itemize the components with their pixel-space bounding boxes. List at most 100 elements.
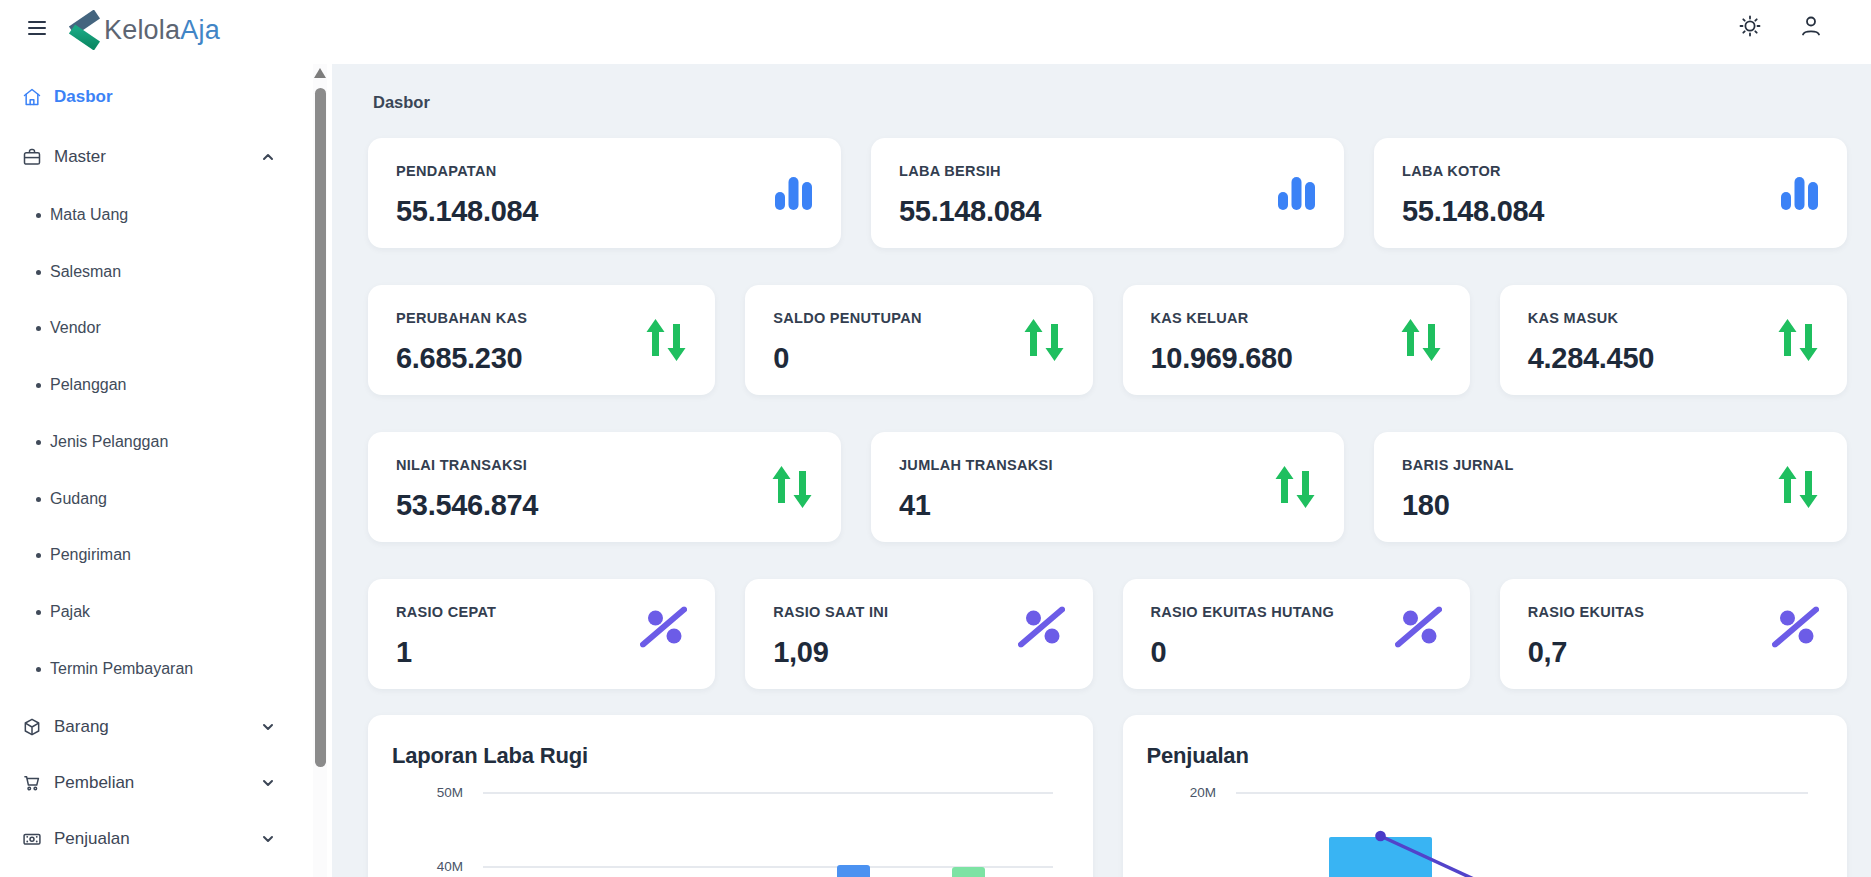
stat-card-label: BARIS JURNAL (1402, 457, 1819, 473)
stat-card-label: PENDAPATAN (396, 163, 813, 179)
stat-card-label: KAS KELUAR (1151, 310, 1442, 326)
bullet-icon (36, 497, 41, 502)
sidebar-item-label: Dasbor (54, 87, 113, 107)
brand-text-aja: Aja (180, 15, 220, 45)
stat-row-2: PERUBAHAN KAS 6.685.230 SALDO PENUTUPAN … (368, 285, 1847, 395)
stat-card-rasio-cepat: RASIO CEPAT 1 (368, 579, 715, 689)
stat-card-kas-keluar: KAS KELUAR 10.969.680 (1123, 285, 1470, 395)
stat-card-value: 41 (899, 489, 1316, 522)
bullet-icon (36, 553, 41, 558)
svg-text:50M: 50M (437, 785, 463, 800)
sidebar-item-barang[interactable]: Barang (22, 714, 312, 740)
stat-card-label: JUMLAH TRANSAKSI (899, 457, 1316, 473)
sidebar-item-pembelian[interactable]: Pembelian (22, 770, 312, 796)
bullet-icon (36, 383, 41, 388)
stat-card-label: LABA BERSIH (899, 163, 1316, 179)
brand-logo-icon (66, 10, 100, 50)
cart-icon (22, 773, 42, 793)
sidebar-item-dasbor[interactable]: Dasbor (22, 84, 312, 110)
sidebar-item-label: Gudang (50, 490, 107, 508)
stat-card-value: 55.148.084 (1402, 195, 1819, 228)
percent-icon (640, 607, 687, 648)
bar-chart-icon (775, 176, 813, 210)
stat-card-laba-bersih: LABA BERSIH 55.148.084 (871, 138, 1344, 248)
stat-row-1: PENDAPATAN 55.148.084 LABA BERSIH 55.148… (368, 138, 1847, 248)
stat-card-label: NILAI TRANSAKSI (396, 457, 813, 473)
main-content: Dasbor PENDAPATAN 55.148.084 LABA BERSIH… (332, 64, 1871, 877)
stat-card-value: 6.685.230 (396, 342, 687, 375)
bar-chart-icon (1781, 176, 1819, 210)
chevron-down-icon (261, 776, 275, 794)
up-down-arrows-icon (1400, 318, 1442, 362)
stat-card-laba-kotor: LABA KOTOR 55.148.084 (1374, 138, 1847, 248)
brand-logo[interactable]: KelolaAja (66, 10, 220, 50)
cash-icon (22, 829, 42, 849)
stat-card-perubahan-kas: PERUBAHAN KAS 6.685.230 (368, 285, 715, 395)
sidebar-item-label: Pelanggan (50, 376, 127, 394)
sidebar-item-pajak[interactable]: Pajak (36, 599, 326, 625)
stat-card-label: LABA KOTOR (1402, 163, 1819, 179)
sidebar-item-label: Pembelian (54, 773, 134, 793)
stat-card-rasio-ekuitas-hutang: RASIO EKUITAS HUTANG 0 (1123, 579, 1470, 689)
sidebar-item-vendor[interactable]: Vendor (36, 315, 326, 341)
stat-row-3: NILAI TRANSAKSI 53.546.874 JUMLAH TRANSA… (368, 432, 1847, 542)
bullet-icon (36, 440, 41, 445)
stat-card-value: 55.148.084 (899, 195, 1316, 228)
stat-card-rasio-ekuitas: RASIO EKUITAS 0,7 (1500, 579, 1847, 689)
up-down-arrows-icon (1023, 318, 1065, 362)
sidebar: Dasbor Master Mata Uang Salesman Vendor Pelan… (0, 64, 332, 877)
sidebar-item-mata-uang[interactable]: Mata Uang (36, 202, 326, 228)
bullet-icon (36, 213, 41, 218)
stat-card-value: 0 (773, 342, 1064, 375)
sidebar-item-jenis-pelanggan[interactable]: Jenis Pelanggan (36, 429, 326, 455)
chart-card-penjualan: Penjualan 20M (1123, 715, 1848, 877)
sidebar-item-pengiriman[interactable]: Pengiriman (36, 542, 326, 568)
bullet-icon (36, 610, 41, 615)
bullet-icon (36, 667, 41, 672)
stat-card-value: 180 (1402, 489, 1819, 522)
svg-text:20M: 20M (1189, 785, 1215, 800)
sidebar-item-termin-pembayaran[interactable]: Termin Pembayaran (36, 656, 326, 682)
scrollbar-thumb[interactable] (315, 88, 326, 767)
stat-card-rasio-saat-ini: RASIO SAAT INI 1,09 (745, 579, 1092, 689)
sidebar-item-label: Barang (54, 717, 109, 737)
theme-toggle-sun-icon[interactable] (1738, 14, 1762, 38)
sidebar-item-label: Jenis Pelanggan (50, 433, 168, 451)
user-account-icon[interactable] (1799, 14, 1823, 38)
sidebar-item-penjualan[interactable]: Penjualan (22, 826, 312, 852)
sidebar-item-label: Mata Uang (50, 206, 128, 224)
menu-icon[interactable] (28, 21, 46, 35)
sidebar-item-label: Penjualan (54, 829, 130, 849)
scrollbar-up-arrow-icon[interactable] (314, 68, 326, 78)
up-down-arrows-icon (1274, 465, 1316, 509)
stat-card-label: KAS MASUK (1528, 310, 1819, 326)
page-title: Dasbor (373, 93, 1847, 112)
stat-card-value: 4.284.450 (1528, 342, 1819, 375)
up-down-arrows-icon (1777, 318, 1819, 362)
brand-text-kelola: Kelola (104, 15, 180, 45)
stat-card-pendapatan: PENDAPATAN 55.148.084 (368, 138, 841, 248)
stat-row-4: RASIO CEPAT 1 RASIO SAAT INI 1,09 RASIO … (368, 579, 1847, 689)
stat-card-baris-jurnal: BARIS JURNAL 180 (1374, 432, 1847, 542)
bullet-icon (36, 326, 41, 331)
sidebar-item-pelanggan[interactable]: Pelanggan (36, 372, 326, 398)
up-down-arrows-icon (771, 465, 813, 509)
sidebar-item-master[interactable]: Master (22, 144, 312, 170)
bar-chart-icon (1278, 176, 1316, 210)
topbar: KelolaAja (0, 0, 1871, 64)
laba-rugi-chart: 50M 40M (368, 715, 1092, 877)
stat-card-value: 10.969.680 (1151, 342, 1442, 375)
sidebar-item-label: Pajak (50, 603, 90, 621)
sidebar-item-gudang[interactable]: Gudang (36, 486, 326, 512)
chevron-up-icon (261, 150, 275, 168)
stat-card-value: 53.546.874 (396, 489, 813, 522)
sidebar-scrollbar[interactable] (313, 64, 327, 877)
sidebar-item-label: Pengiriman (50, 546, 131, 564)
cube-icon (22, 717, 42, 737)
up-down-arrows-icon (1777, 465, 1819, 509)
chevron-down-icon (261, 720, 275, 738)
svg-text:40M: 40M (437, 859, 463, 874)
chart-card-laba-rugi: Laporan Laba Rugi 50M 40M (368, 715, 1093, 877)
sidebar-item-salesman[interactable]: Salesman (36, 259, 326, 285)
percent-icon (1395, 607, 1442, 648)
